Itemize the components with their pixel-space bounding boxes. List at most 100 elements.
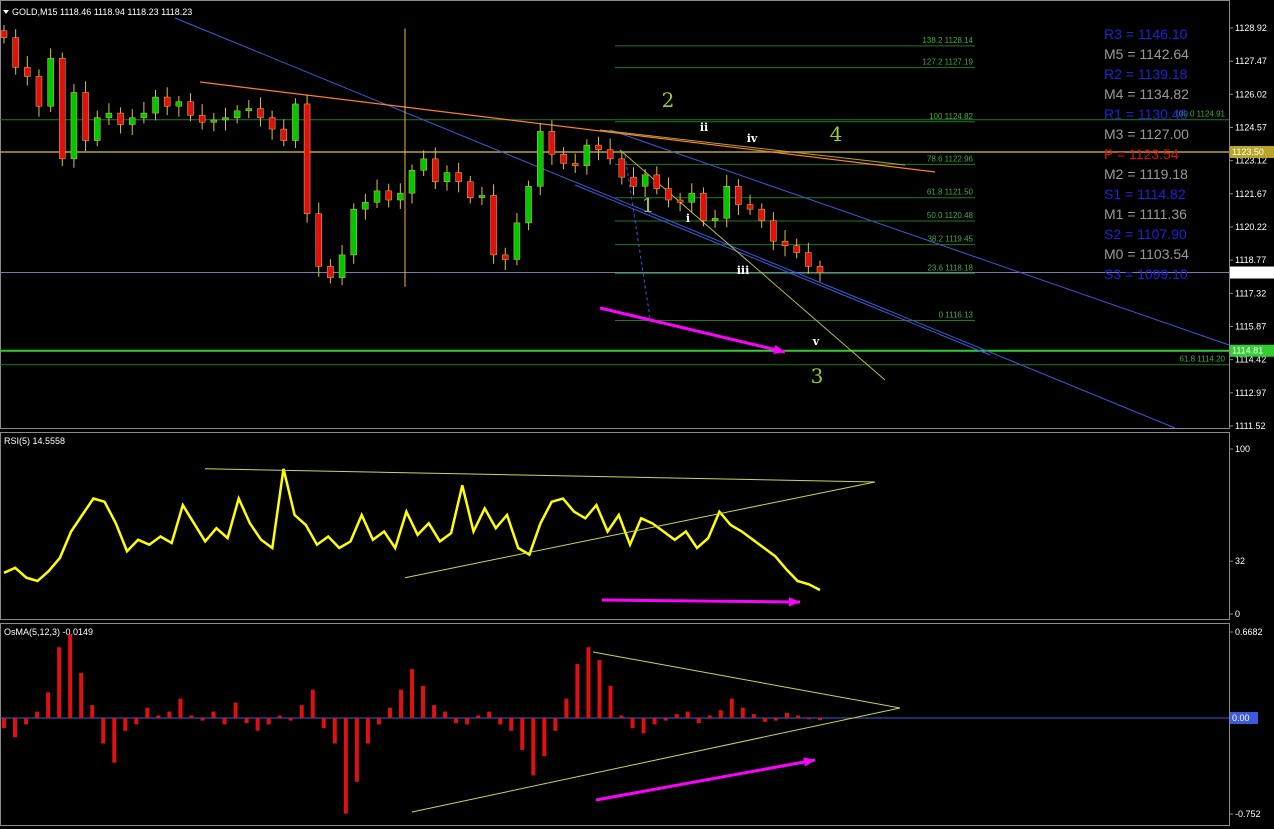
pivot-level-label: M2 = 1119.18 [1104, 166, 1188, 182]
candle-body [548, 131, 556, 155]
osma-bar [707, 715, 712, 718]
rsi-axis-label: 100 [1235, 444, 1250, 454]
osma-bar [310, 689, 315, 718]
osma-bar [740, 707, 745, 718]
fib-extra-label: 61.8 1114.20 [1179, 355, 1225, 364]
fib-level-label: 23.6 1118.18 [927, 264, 973, 273]
price-axis-label: 1121.67 [1235, 189, 1267, 199]
pivot-level-label: M1 = 1111.36 [1104, 206, 1187, 222]
price-axis-label: 1128.92 [1235, 23, 1267, 33]
osma-bar [35, 711, 40, 718]
current-price-label: 1118.23 [1232, 268, 1263, 278]
wave-label-big: 4 [830, 122, 843, 146]
wave-label-small: iv [747, 132, 758, 145]
price-axis-label: 1126.02 [1235, 89, 1267, 99]
wave-label-big: 1 [642, 193, 655, 217]
osma-bar [101, 718, 106, 744]
osma-bar [652, 718, 657, 725]
osma-bar [696, 718, 701, 724]
fib-level-label: 138.2 1128.14 [922, 36, 973, 45]
candle-body [758, 208, 765, 221]
osma-bar [156, 715, 161, 718]
candle-body [571, 163, 579, 166]
osma-bar [586, 647, 591, 718]
candle-body [641, 174, 649, 187]
osma-bar [498, 718, 503, 725]
divergence-arrow-price [599, 306, 786, 354]
osma-bar [762, 718, 767, 722]
wave-label-small: v [812, 335, 820, 348]
candle-body [94, 117, 101, 141]
osma-bar [553, 718, 558, 731]
candle-body [560, 154, 567, 164]
pivot-level-label: R2 = 1139.18 [1104, 66, 1188, 82]
wave-label-big: 3 [811, 364, 824, 388]
osma-bar [90, 705, 95, 718]
pivot-level-label: M5 = 1142.64 [1104, 46, 1189, 62]
osma-bar [321, 718, 326, 729]
osma-bar [410, 669, 414, 718]
candle-body [233, 110, 241, 118]
osma-bar [674, 714, 679, 718]
candle-body [59, 57, 66, 160]
divergence-arrow-osma-head [803, 757, 815, 767]
osma-bar [123, 718, 128, 731]
osma-bar [200, 718, 205, 721]
candle-body [35, 76, 43, 107]
candle-body [746, 204, 754, 210]
candle-body [117, 112, 124, 125]
candle-body [688, 192, 696, 203]
pivot-level-label: R3 = 1146.10 [1104, 26, 1188, 42]
osma-bar [784, 712, 789, 718]
price-axis-label: 1124.57 [1235, 123, 1267, 133]
wave-label-small: iii [737, 264, 750, 277]
osma-bar [806, 718, 811, 720]
fib-level-label: 61.8 1121.50 [927, 188, 974, 197]
candle-body [70, 92, 78, 160]
candle-body [280, 128, 288, 141]
osma-bar [2, 718, 6, 729]
pivot-level-label: S2 = 1107.90 [1104, 226, 1187, 242]
candle-body [292, 103, 299, 141]
osma-bar [729, 698, 734, 718]
price-panel-title: GOLD,M15 1118.46 1118.94 1118.23 1118.23 [12, 7, 192, 17]
osma-bar [299, 705, 304, 718]
candle-body [443, 172, 451, 182]
candle-body [24, 67, 31, 77]
divergence-arrow-rsi-head [788, 597, 800, 607]
pivot-level-label: P = 1123.54 [1104, 146, 1179, 162]
candle-body [210, 119, 218, 123]
osma-bar [112, 718, 117, 763]
candle-body [82, 92, 89, 141]
osma-bar [509, 718, 514, 731]
osma-bar [608, 685, 613, 718]
candle-body [676, 199, 684, 203]
osma-bar [751, 714, 756, 718]
candle-body [793, 245, 800, 253]
osma-bar [189, 715, 194, 718]
osma-panel-title: OsMA(5,12,3) -0.0149 [4, 627, 93, 637]
price-axis-label: 1111.52 [1235, 421, 1266, 431]
candle-body [163, 96, 171, 107]
osma-bar [222, 718, 227, 725]
trend-channel-line [174, 17, 1176, 429]
osma-bar [531, 718, 536, 776]
osma-bar [255, 718, 260, 731]
osma-bar [167, 711, 172, 718]
wave-label-small: ii [700, 121, 708, 134]
chart-window: { "titles": { "price": "GOLD,M15 1118.46… [0, 0, 1274, 829]
candle-body [187, 101, 194, 116]
pivot-level-label: M4 = 1134.82 [1104, 86, 1189, 102]
osma-axis-label: -0.752 [1235, 809, 1261, 819]
rsi-axis-label: 0 [1235, 609, 1240, 619]
candle-body [128, 117, 136, 125]
osma-bar [685, 711, 690, 718]
divergence-arrow-rsi [601, 598, 801, 604]
candle-body [385, 190, 392, 201]
candle-body [338, 254, 346, 279]
pivot-level-label: S3 = 1099.10 [1104, 266, 1188, 282]
pivot-level-label: R1 = 1130.46 [1104, 106, 1188, 122]
candle-body [350, 208, 357, 256]
candle-body [583, 144, 591, 166]
osma-bar [376, 718, 381, 725]
